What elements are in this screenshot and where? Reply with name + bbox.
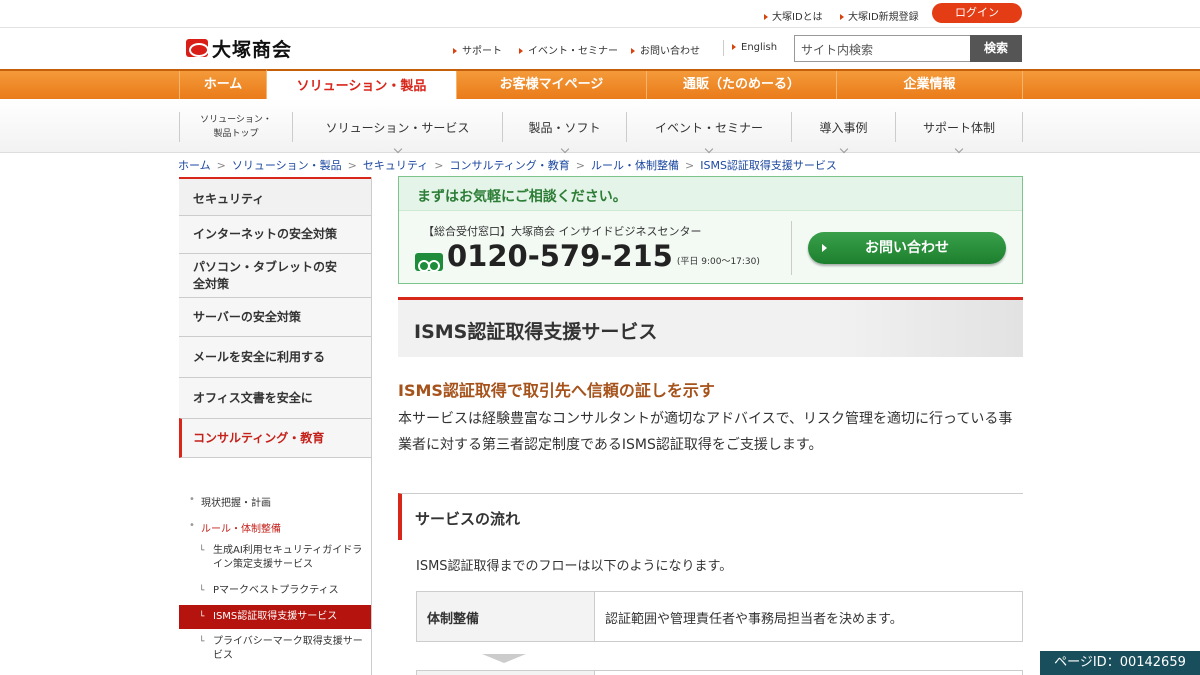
divider <box>791 221 792 275</box>
page-title: ISMS認証取得支援サービス <box>398 297 1023 357</box>
contact-box: まずはお気軽にご相談ください。 【総合受付窓口】大塚商会 インサイドビジネスセン… <box>398 176 1023 284</box>
lead-heading: ISMS認証取得で取引先へ信頼の証しを示す <box>398 381 715 400</box>
sidebar: セキュリティ インターネットの安全対策 パソコン・タブレットの安全対策 サーバー… <box>179 177 372 675</box>
tel-hours: (平日 9:00～17:30) <box>676 257 760 267</box>
sidebar-sub-assessment[interactable]: 現状把握・計画 <box>179 494 271 509</box>
divider <box>723 40 724 56</box>
intro-text: 本サービスは経験豊富なコンサルタントが適切なアドバイスで、リスク管理を適切に行っ… <box>398 411 1013 453</box>
inquiry-button[interactable]: お問い合わせ <box>808 232 1006 264</box>
sidebar-item-pc-tablet[interactable]: パソコン・タブレットの安全対策 <box>179 253 371 297</box>
subnav-top-line1: ソリューション・ <box>200 115 272 125</box>
sidebar-subsub-isms[interactable]: ISMS認証取得支援サービス <box>179 605 371 629</box>
subnav-top[interactable]: ソリューション・ 製品トップ <box>179 112 292 142</box>
subnav-label: ソリューション・サービス <box>325 120 470 135</box>
id-about-link[interactable]: 大塚IDとは <box>764 8 823 23</box>
flow-text: ISMS認証取得までのフローは以下のようになります。 <box>416 559 733 574</box>
gnav-solutions[interactable]: ソリューション・製品 <box>266 69 456 99</box>
contact-tel: 0120-579-215 (平日 9:00～17:30) <box>415 241 760 272</box>
flow-table-row: 体制整備 認証範囲や管理責任者や事務局担当者を決めます。 <box>416 591 1023 642</box>
freedial-icon <box>415 253 443 272</box>
flow-table-row <box>416 670 1023 675</box>
subnav-solution-service[interactable]: ソリューション・サービス <box>292 112 502 154</box>
breadcrumb-current[interactable]: ISMS認証取得支援サービス <box>700 159 837 172</box>
subnav-label: 導入事例 <box>819 120 868 135</box>
chevron-down-icon <box>704 144 714 154</box>
flow-step-desc: 認証範囲や管理責任者や事務局担当者を決めます。 <box>605 612 903 627</box>
subnav-support[interactable]: サポート体制 <box>895 112 1023 154</box>
id-register-link[interactable]: 大塚ID新規登録 <box>840 8 919 23</box>
subnav-products[interactable]: 製品・ソフト <box>502 112 626 154</box>
event-link[interactable]: イベント・セミナー <box>519 42 618 57</box>
subnav-top-line2: 製品トップ <box>213 129 259 139</box>
search-input[interactable]: サイト内検索 <box>794 35 970 62</box>
utility-bar: 大塚IDとは 大塚ID新規登録 ログイン <box>0 0 1200 28</box>
logo-text: 大塚商会 <box>212 38 293 61</box>
sidebar-item-label: コンサルティング・教育 <box>193 430 325 445</box>
logo-mark-icon <box>186 39 209 57</box>
breadcrumb-item[interactable]: ソリューション・製品 <box>232 159 342 172</box>
contact-desk: 【総合受付窓口】大塚商会 インサイドビジネスセンター <box>423 225 702 238</box>
subnav-label: 製品・ソフト <box>528 120 601 135</box>
contact-link[interactable]: お問い合わせ <box>631 42 700 57</box>
breadcrumb-item[interactable]: セキュリティ <box>363 159 428 172</box>
chevron-down-icon <box>560 144 569 154</box>
sidebar-subsub-pmark-bp[interactable]: Pマークベストプラクティス <box>199 584 371 598</box>
sidebar-item-internet[interactable]: インターネットの安全対策 <box>179 215 371 253</box>
gnav-company[interactable]: 企業情報 <box>836 71 1023 99</box>
flow-step-title: 体制整備 <box>417 592 595 641</box>
sidebar-item-mail[interactable]: メールを安全に利用する <box>179 336 371 377</box>
page: 大塚IDとは 大塚ID新規登録 ログイン 大塚商会 サポート イベント・セミナー… <box>0 0 1200 675</box>
breadcrumb-item[interactable]: ホーム <box>178 159 211 172</box>
subnav-events[interactable]: イベント・セミナー <box>626 112 791 154</box>
chevron-down-icon <box>839 144 848 154</box>
logo[interactable]: 大塚商会 <box>186 38 292 61</box>
sidebar-item-consulting[interactable]: コンサルティング・教育 <box>179 418 371 458</box>
sidebar-item-label: サーバーの安全対策 <box>193 309 301 324</box>
sidebar-item-label: インターネットの安全対策 <box>193 227 338 241</box>
sidebar-sub-rules[interactable]: ルール・体制整備 <box>179 520 281 535</box>
chevron-down-icon <box>393 144 402 154</box>
login-button[interactable]: ログイン <box>932 3 1022 23</box>
global-nav: ホーム ソリューション・製品 お客様マイページ 通販（たのめーる） 企業情報 <box>0 69 1200 99</box>
gnav-mypage[interactable]: お客様マイページ <box>456 71 646 99</box>
sidebar-subsub-privacy[interactable]: プライバシーマーク取得支援サービス <box>199 635 371 663</box>
sidebar-subsub-genai[interactable]: 生成AI利用セキュリティガイドライン策定支援サービス <box>199 544 371 572</box>
gnav-home[interactable]: ホーム <box>179 71 266 99</box>
sidebar-item-label: メールを安全に利用する <box>193 349 326 364</box>
sidebar-item-label: パソコン・タブレットの安全対策 <box>193 259 338 291</box>
breadcrumb-item[interactable]: ルール・体制整備 <box>591 159 679 172</box>
sidebar-header[interactable]: セキュリティ <box>179 177 371 215</box>
sidebar-item-office[interactable]: オフィス文書を安全に <box>179 377 371 418</box>
tel-number[interactable]: 0120-579-215 <box>447 241 673 271</box>
subnav-label: イベント・セミナー <box>654 120 763 135</box>
chevron-down-icon <box>954 144 964 154</box>
search-button[interactable]: 検索 <box>970 35 1022 62</box>
flow-arrow-icon <box>482 654 526 663</box>
sidebar-item-server[interactable]: サーバーの安全対策 <box>179 297 371 336</box>
breadcrumb-item[interactable]: コンサルティング・教育 <box>449 159 569 172</box>
english-link[interactable]: English <box>732 42 777 53</box>
flow-step-title <box>417 671 595 675</box>
page-id-badge: ページID：00142659 <box>1040 651 1200 675</box>
support-link[interactable]: サポート <box>453 42 502 57</box>
subnav-label: サポート体制 <box>922 120 995 135</box>
subnav-cases[interactable]: 導入事例 <box>791 112 895 154</box>
contact-title: まずはお気軽にご相談ください。 <box>399 177 1022 211</box>
breadcrumb: ホーム > ソリューション・製品 > セキュリティ > コンサルティング・教育 > ルール・体制… <box>178 159 837 172</box>
gnav-tanomail[interactable]: 通販（たのめーる） <box>646 71 836 99</box>
sidebar-item-label: オフィス文書を安全に <box>193 390 313 405</box>
sub-nav: ソリューション・ 製品トップ ソリューション・サービス 製品・ソフト イベント・… <box>0 99 1200 154</box>
section-heading: サービスの流れ <box>398 493 1023 540</box>
